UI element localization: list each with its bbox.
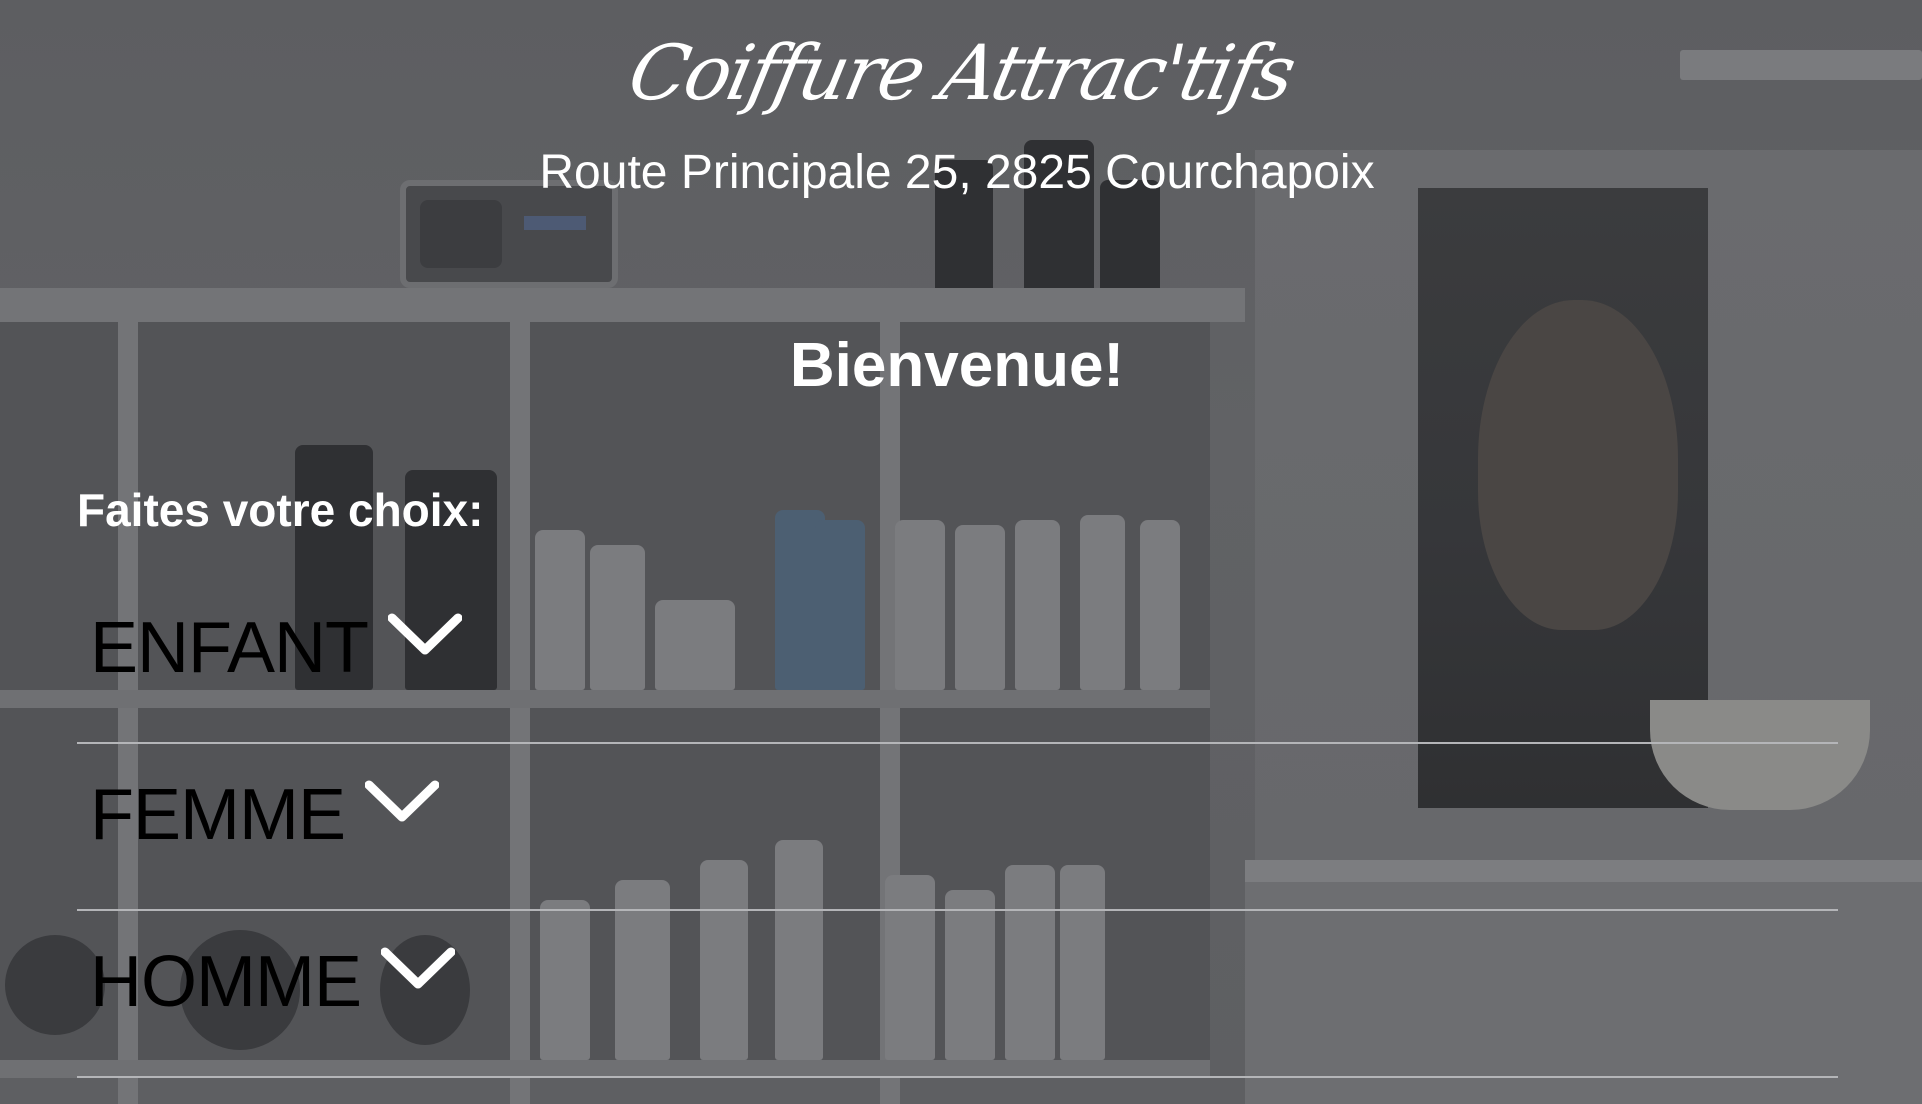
chevron-down-icon[interactable] — [380, 946, 455, 990]
category-toggle-femme[interactable]: FEMME — [90, 770, 439, 860]
chevron-down-icon[interactable] — [388, 612, 463, 656]
page-content: Coiffure Attrac'tifs Route Principale 25… — [0, 0, 1922, 1104]
category-item-femme[interactable]: FEMME — [77, 744, 1838, 911]
category-item-enfant[interactable]: ENFANT — [77, 577, 1838, 744]
category-toggle-homme[interactable]: HOMME — [90, 937, 455, 1027]
category-item-homme[interactable]: HOMME — [77, 911, 1838, 1078]
welcome-heading: Bienvenue! — [789, 331, 1125, 400]
brand-logo: Coiffure Attrac'tifs — [621, 28, 1301, 117]
category-label: FEMME — [90, 775, 346, 855]
category-label: HOMME — [90, 942, 362, 1022]
category-toggle-enfant[interactable]: ENFANT — [90, 603, 463, 693]
choice-label: Faites votre choix: — [77, 484, 484, 536]
chevron-down-icon[interactable] — [364, 779, 439, 823]
category-label: ENFANT — [90, 608, 369, 688]
salon-address: Route Principale 25, 2825 Courchapoix — [539, 146, 1375, 199]
category-menu: ENFANT FEMME HOMME — [77, 577, 1838, 1078]
